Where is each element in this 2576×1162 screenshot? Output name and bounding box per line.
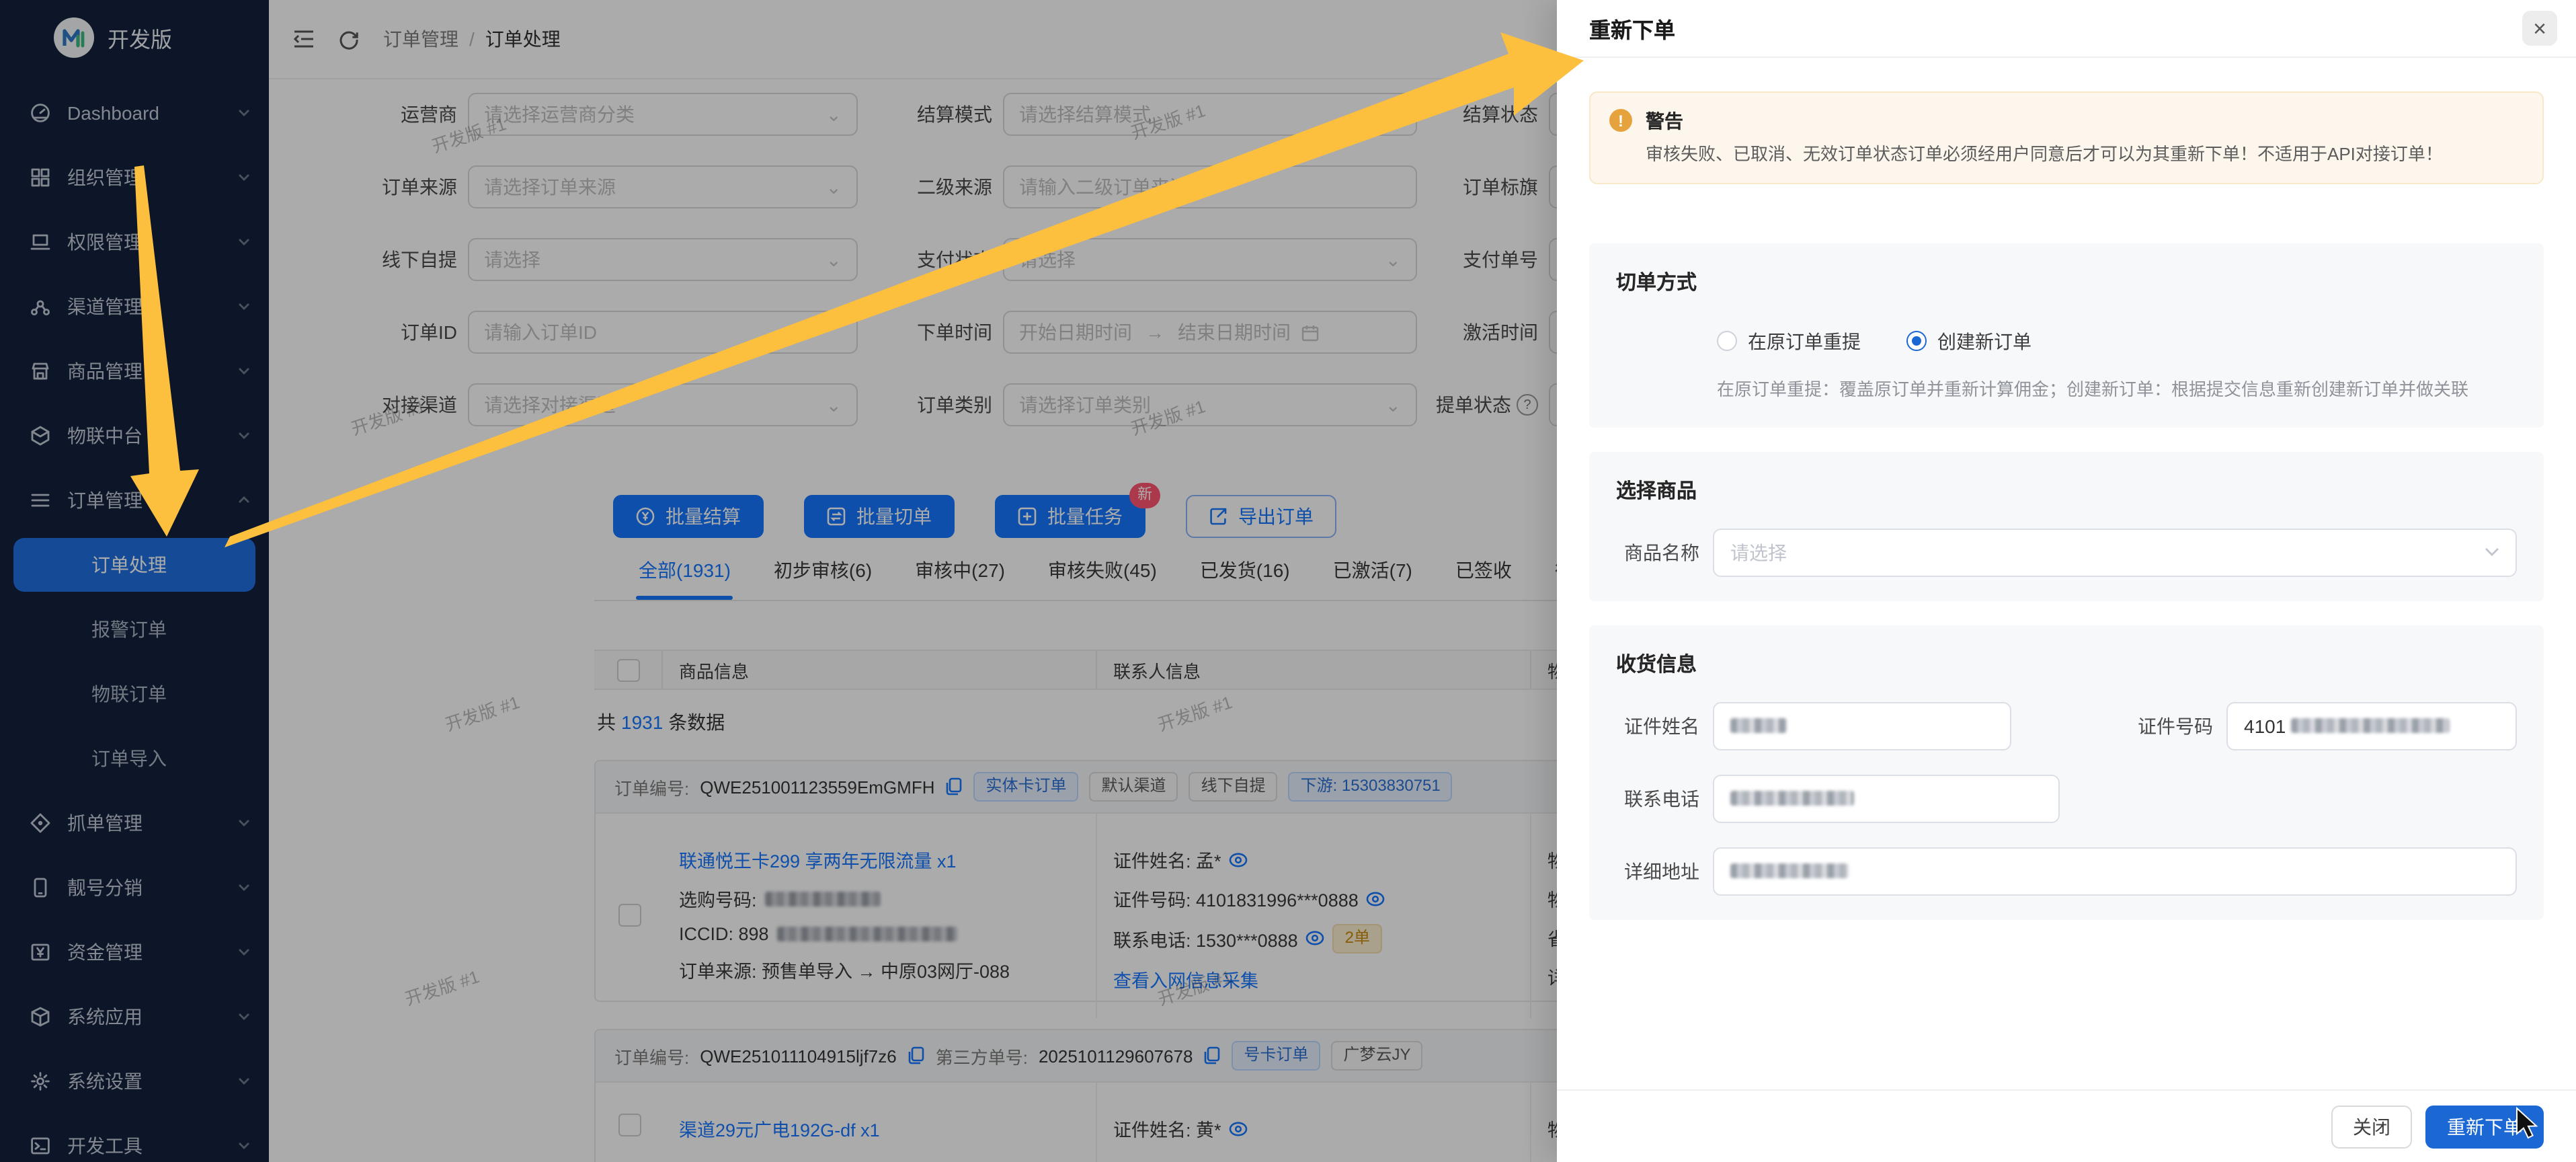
redacted-name (1730, 719, 1787, 734)
section-cut-mode: 切单方式 在原订单重提 创建新订单 在原订单重提：覆盖原订单并重新计算佣金；创建… (1589, 243, 2544, 428)
phone-input[interactable] (1713, 775, 2060, 823)
warning-icon: ! (1609, 109, 1632, 132)
drawer-body: ! 警告 审核失败、已取消、无效订单状态订单必须经用户同意后才可以为其重新下单！… (1557, 56, 2576, 1089)
cert-id-label: 证件号码 (2011, 713, 2213, 740)
section-shipping-info: 收货信息 证件姓名 证件号码 4101 联系电话 详细地址 (1589, 625, 2544, 920)
radio-resubmit-original[interactable]: 在原订单重提 (1717, 328, 1861, 355)
cert-name-input[interactable] (1713, 702, 2011, 750)
cert-name-label: 证件姓名 (1616, 713, 1699, 740)
alert-title: 警告 (1646, 108, 2443, 134)
close-button[interactable]: 关闭 (2331, 1105, 2412, 1148)
phone-label: 联系电话 (1616, 785, 1699, 812)
reorder-submit-button[interactable]: 重新下单 (2425, 1105, 2544, 1148)
drawer-header: 重新下单 × (1557, 0, 2576, 58)
app-screen: 开发版 Dashboard 组织管理 权限管理 渠道管理 (0, 0, 2576, 1162)
chevron-down-icon (2485, 548, 2499, 557)
radio-checked-icon (1906, 332, 1927, 352)
drawer-mask[interactable] (0, 0, 1557, 1162)
radio-icon (1717, 332, 1737, 352)
drawer-footer: 关闭 重新下单 (1557, 1089, 2576, 1162)
cut-mode-help: 在原订单重提：覆盖原订单并重新计算佣金；创建新订单：根据提交信息重新创建新订单并… (1717, 375, 2517, 401)
redacted-address (1730, 864, 1849, 879)
alert-description: 审核失败、已取消、无效订单状态订单必须经用户同意后才可以为其重新下单！不适用于A… (1646, 143, 2443, 168)
reorder-drawer: 重新下单 × ! 警告 审核失败、已取消、无效订单状态订单必须经用户同意后才可以… (1557, 0, 2576, 1162)
redacted-id (2291, 719, 2450, 734)
address-label: 详细地址 (1616, 858, 1699, 885)
warning-alert: ! 警告 审核失败、已取消、无效订单状态订单必须经用户同意后才可以为其重新下单！… (1589, 91, 2544, 184)
drawer-title: 重新下单 (1589, 12, 1675, 44)
redacted-phone (1730, 791, 1854, 806)
radio-create-new[interactable]: 创建新订单 (1906, 328, 2031, 355)
cert-id-input[interactable]: 4101 (2226, 702, 2517, 750)
address-input[interactable] (1713, 847, 2517, 896)
product-name-label: 商品名称 (1616, 539, 1699, 566)
product-name-select[interactable]: 请选择 (1713, 529, 2517, 577)
cut-mode-radio-group: 在原订单重提 创建新订单 (1717, 328, 2517, 355)
section-select-product: 选择商品 商品名称 请选择 (1589, 452, 2544, 601)
close-icon[interactable]: × (2522, 11, 2557, 46)
